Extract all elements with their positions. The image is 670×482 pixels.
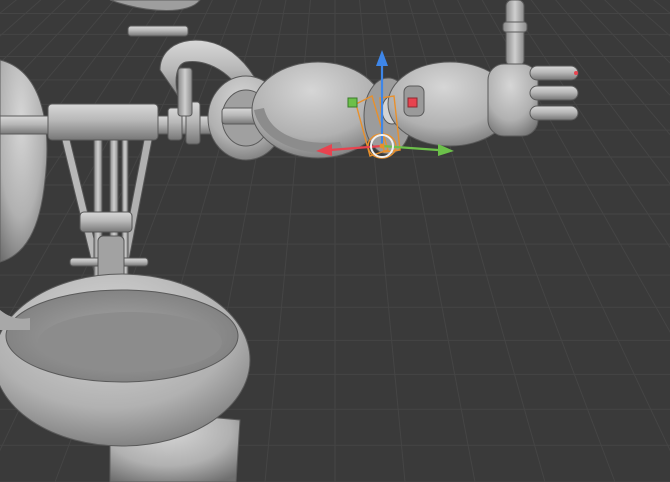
top-shell-edge: [109, 0, 201, 11]
viewport-canvas[interactable]: [0, 0, 670, 482]
z-axis-arrow-icon[interactable]: [376, 50, 388, 66]
origin-dot-icon: [379, 143, 385, 149]
vertical-tube[interactable]: [502, 0, 528, 67]
bracket-post: [177, 67, 193, 117]
rod-collar: [47, 103, 159, 141]
yz-plane-handle-icon[interactable]: [347, 97, 358, 108]
bracket-bar: [127, 25, 189, 37]
rod-clamp: [79, 211, 133, 233]
3d-viewport[interactable]: [0, 0, 670, 482]
bowl-base[interactable]: [0, 273, 251, 482]
hand[interactable]: [487, 63, 579, 137]
finger: [529, 85, 579, 101]
xz-plane-handle-icon[interactable]: [407, 97, 418, 108]
bowl-cavity: [38, 312, 222, 372]
finger: [529, 65, 579, 81]
finger: [529, 105, 579, 121]
finger-tip-marker: [574, 71, 578, 75]
